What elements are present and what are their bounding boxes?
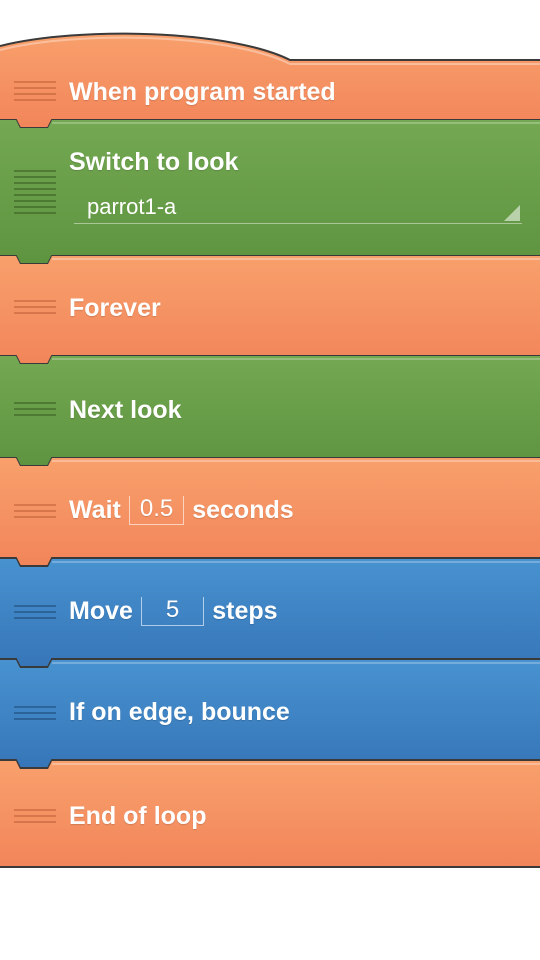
drag-handle-icon[interactable] xyxy=(14,81,56,105)
brick-label: Wait 0.5 seconds xyxy=(69,496,294,525)
move-label: Move xyxy=(69,597,133,625)
drag-handle-icon[interactable] xyxy=(14,809,56,827)
brick-if-on-edge-bounce[interactable]: If on edge, bounce xyxy=(0,660,540,769)
script-editor: When program started Switch to look parr… xyxy=(0,0,540,960)
drag-handle-icon[interactable] xyxy=(14,706,56,724)
drag-handle-icon[interactable] xyxy=(14,170,56,218)
brick-label: If on edge, bounce xyxy=(69,698,290,726)
brick-move-steps[interactable]: Move 5 steps xyxy=(0,559,540,668)
brick-end-of-loop[interactable]: End of loop xyxy=(0,761,540,869)
wait-seconds-input[interactable]: 0.5 xyxy=(128,496,185,525)
drag-handle-icon[interactable] xyxy=(14,605,56,623)
brick-shape xyxy=(0,32,540,129)
brick-switch-to-look[interactable]: Switch to look parrot1-a xyxy=(0,120,540,265)
drag-handle-icon[interactable] xyxy=(14,504,56,522)
wait-label: Wait xyxy=(69,496,121,524)
seconds-label: seconds xyxy=(192,496,294,524)
brick-label: Switch to look xyxy=(69,148,239,176)
brick-wait[interactable]: Wait 0.5 seconds xyxy=(0,458,540,567)
dropdown-arrow-icon xyxy=(504,205,520,221)
brick-next-look[interactable]: Next look xyxy=(0,356,540,467)
brick-label: End of loop xyxy=(69,802,207,830)
brick-forever[interactable]: Forever xyxy=(0,256,540,365)
look-dropdown[interactable]: parrot1-a xyxy=(74,194,522,224)
drag-handle-icon[interactable] xyxy=(14,402,56,420)
brick-label: Next look xyxy=(69,396,182,424)
brick-when-program-started[interactable]: When program started xyxy=(0,0,540,129)
brick-label: When program started xyxy=(69,78,336,106)
move-steps-input[interactable]: 5 xyxy=(140,597,205,626)
look-dropdown-value: parrot1-a xyxy=(87,194,177,219)
brick-label: Forever xyxy=(69,294,161,322)
steps-label: steps xyxy=(212,597,278,625)
brick-label: Move 5 steps xyxy=(69,597,278,626)
drag-handle-icon[interactable] xyxy=(14,300,56,318)
